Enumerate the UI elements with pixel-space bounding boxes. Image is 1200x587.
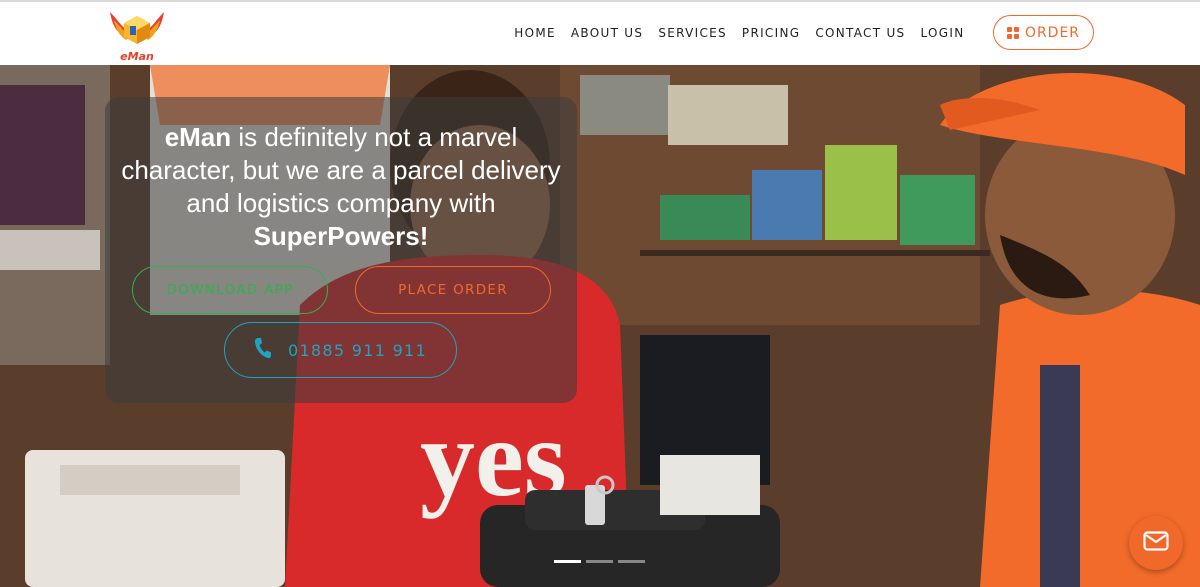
- slide-indicator-3[interactable]: [618, 560, 645, 563]
- grid-icon: [1006, 26, 1019, 39]
- hero-slider: yes eMan is definitely not a marvel char…: [0, 65, 1200, 587]
- eman-logo[interactable]: eMan: [104, 6, 170, 64]
- phone-number: 01885 911 911: [287, 340, 428, 360]
- logo-text: eMan: [120, 50, 154, 63]
- site-header: eMan HOME ABOUT US SERVICES PRICING CONT…: [0, 2, 1200, 65]
- headline-brand: eMan: [164, 122, 232, 152]
- download-app-button[interactable]: DOWNLOAD APP: [132, 266, 328, 314]
- hero-caption-box: eMan is definitely not a marvel characte…: [105, 97, 577, 403]
- phone-button[interactable]: 01885 911 911: [224, 322, 457, 378]
- nav-about-us[interactable]: ABOUT US: [563, 26, 650, 40]
- contact-mail-button[interactable]: [1129, 516, 1183, 570]
- slide-indicator-2[interactable]: [586, 560, 613, 563]
- place-order-button[interactable]: PLACE ORDER: [355, 266, 551, 314]
- hero-headline: eMan is definitely not a marvel characte…: [105, 121, 577, 253]
- download-app-label: DOWNLOAD APP: [166, 282, 294, 298]
- nav-services[interactable]: SERVICES: [651, 26, 735, 40]
- nav-login[interactable]: LOGIN: [913, 26, 972, 40]
- headline-superpowers: SuperPowers!: [253, 221, 429, 251]
- nav-contact-us[interactable]: CONTACT US: [808, 26, 913, 40]
- main-nav: HOME ABOUT US SERVICES PRICING CONTACT U…: [507, 26, 972, 40]
- mail-icon: [1143, 530, 1169, 556]
- place-order-label: PLACE ORDER: [398, 282, 508, 298]
- slide-indicator-1[interactable]: [554, 560, 581, 563]
- nav-home[interactable]: HOME: [507, 26, 564, 40]
- nav-pricing[interactable]: PRICING: [734, 26, 807, 40]
- phone-icon: [254, 337, 272, 363]
- order-button-label: ORDER: [1024, 24, 1081, 41]
- order-button[interactable]: ORDER: [993, 15, 1094, 50]
- slider-indicators: [554, 560, 645, 563]
